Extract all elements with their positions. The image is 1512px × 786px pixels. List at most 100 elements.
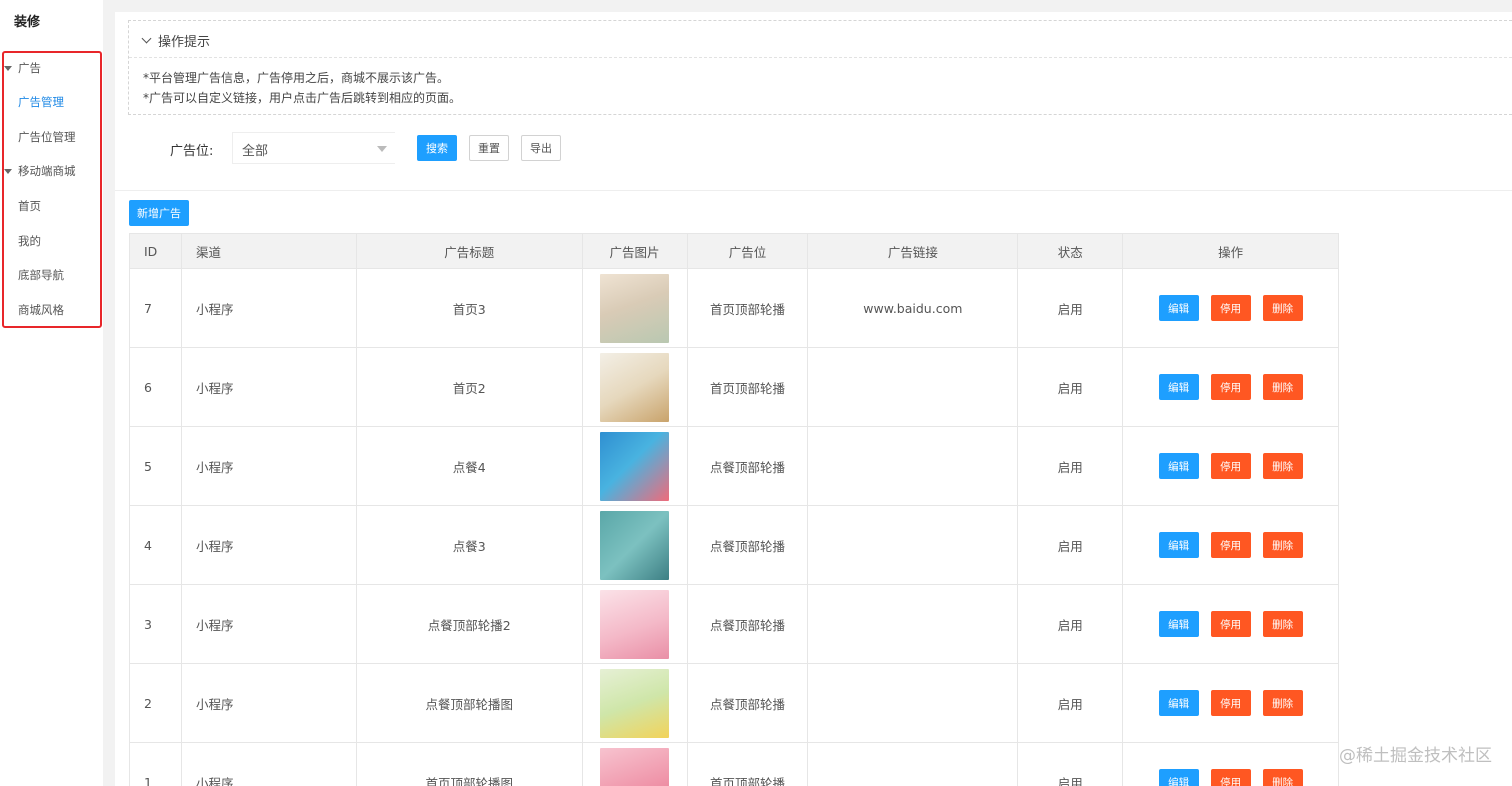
cell-channel: 小程序 [180,663,357,743]
header-position[interactable]: 广告位 [686,233,809,269]
cell-title: 首页2 [355,347,583,427]
ad-thumbnail-image[interactable] [600,431,670,501]
tips-title: 操作提示 [158,35,211,50]
tip-line: *广告可以自定义链接，用户点击广告后跳转到相应的页面。 [143,91,462,105]
cell-title: 点餐顶部轮播2 [355,584,583,664]
cell-actions: 编辑 停用 删除 [1122,426,1340,506]
disable-button[interactable]: 停用 [1210,532,1251,558]
cell-spacer [1339,506,1512,585]
delete-button[interactable]: 删除 [1262,374,1303,400]
edit-button[interactable]: 编辑 [1158,374,1199,400]
ad-thumbnail-image[interactable] [600,589,670,659]
cell-channel: 小程序 [180,347,357,427]
nav-group-label: 广告 [18,61,41,75]
header-spacer [1338,233,1512,269]
cell-actions: 编辑 停用 删除 [1122,584,1340,664]
cell-position: 点餐顶部轮播 [686,663,809,743]
export-button[interactable]: 导出 [521,135,561,161]
ads-table: ID 渠道 广告标题 广告图片 广告位 广告链接 状态 操作 7 小程序 首页3 首页… [129,233,1512,786]
cell-image [581,584,688,664]
ad-thumbnail-image[interactable] [600,273,670,343]
header-image[interactable]: 广告图片 [581,233,688,269]
delete-button[interactable]: 删除 [1262,769,1303,786]
watermark: @稀土掘金技术社区 [1339,746,1492,766]
ad-thumbnail-image[interactable] [600,668,670,738]
cell-image [581,426,688,506]
ad-position-label: 广告位: [170,144,214,159]
delete-button[interactable]: 删除 [1262,611,1303,637]
cell-position: 点餐顶部轮播 [686,505,809,585]
ad-position-select[interactable]: 全部 [232,132,395,164]
app-root: 装修 广告 广告管理 广告位管理 移动端商城 首页 我的 底部导航 商城风格 操… [0,0,1512,786]
delete-button[interactable]: 删除 [1262,532,1303,558]
cell-image [581,663,688,743]
search-button[interactable]: 搜索 [417,135,457,161]
tips-toggle[interactable]: 操作提示 [141,31,211,50]
edit-button[interactable]: 编辑 [1158,611,1199,637]
cell-link [807,347,1019,427]
sidebar-item-ad-management[interactable]: 广告管理 [18,92,64,112]
cell-spacer [1339,269,1512,348]
cell-id: 2 [129,663,182,743]
table-row: 5 小程序 点餐4 点餐顶部轮播 启用 编辑 停用 删除 [129,426,1512,506]
table-row: 7 小程序 首页3 首页顶部轮播 www.baidu.com 启用 编辑 停用 删除 [129,268,1512,348]
sidebar-item-ad-position-management[interactable]: 广告位管理 [18,127,76,147]
disable-button[interactable]: 停用 [1210,769,1251,786]
cell-actions: 编辑 停用 删除 [1122,505,1340,585]
table-row: 4 小程序 点餐3 点餐顶部轮播 启用 编辑 停用 删除 [129,505,1512,585]
tips-box: 操作提示 *平台管理广告信息，广告停用之后，商城不展示该广告。 *广告可以自定义… [128,20,1512,115]
add-ad-button[interactable]: 新增广告 [129,200,189,226]
delete-button[interactable]: 删除 [1262,295,1303,321]
cell-actions: 编辑 停用 删除 [1122,347,1340,427]
disable-button[interactable]: 停用 [1210,295,1251,321]
cell-channel: 小程序 [180,505,357,585]
edit-button[interactable]: 编辑 [1158,532,1199,558]
header-channel[interactable]: 渠道 [180,233,357,269]
chevron-down-icon [141,33,152,44]
cell-title: 点餐顶部轮播图 [355,663,583,743]
header-link[interactable]: 广告链接 [807,233,1019,269]
cell-spacer [1339,664,1512,743]
delete-button[interactable]: 删除 [1262,690,1303,716]
header-actions[interactable]: 操作 [1122,233,1340,269]
cell-id: 3 [129,584,182,664]
sidebar-item-mall-style[interactable]: 商城风格 [18,300,64,320]
ad-thumbnail-image[interactable] [600,352,670,422]
edit-button[interactable]: 编辑 [1158,690,1199,716]
cell-actions: 编辑 停用 删除 [1122,268,1340,348]
edit-button[interactable]: 编辑 [1158,769,1199,786]
header-id[interactable]: ID [129,233,182,269]
nav-group-mobile-mall[interactable]: 移动端商城 [4,161,76,181]
sidebar-item-bottom-nav[interactable]: 底部导航 [18,265,64,285]
disable-button[interactable]: 停用 [1210,690,1251,716]
table-row: 6 小程序 首页2 首页顶部轮播 启用 编辑 停用 删除 [129,347,1512,427]
cell-id: 1 [129,742,182,786]
ad-thumbnail-image[interactable] [600,510,670,580]
cell-link [807,742,1019,786]
select-value: 全部 [242,144,269,159]
nav-group-ads[interactable]: 广告 [4,58,41,78]
sidebar-title: 装修 [14,15,41,30]
cell-link [807,505,1019,585]
cell-status: 启用 [1017,426,1124,506]
caret-down-icon [4,65,12,71]
table-header-row: ID 渠道 广告标题 广告图片 广告位 广告链接 状态 操作 [129,233,1512,269]
edit-button[interactable]: 编辑 [1158,295,1199,321]
header-status[interactable]: 状态 [1017,233,1124,269]
sidebar-item-mine[interactable]: 我的 [18,231,41,251]
delete-button[interactable]: 删除 [1262,453,1303,479]
cell-position: 首页顶部轮播 [686,268,809,348]
disable-button[interactable]: 停用 [1210,374,1251,400]
cell-position: 首页顶部轮播 [686,347,809,427]
disable-button[interactable]: 停用 [1210,453,1251,479]
cell-status: 启用 [1017,268,1124,348]
disable-button[interactable]: 停用 [1210,611,1251,637]
ad-thumbnail-image[interactable] [600,747,670,786]
cell-status: 启用 [1017,742,1124,786]
reset-button[interactable]: 重置 [469,135,509,161]
cell-link [807,426,1019,506]
edit-button[interactable]: 编辑 [1158,453,1199,479]
sidebar-item-home[interactable]: 首页 [18,196,41,216]
cell-channel: 小程序 [180,742,357,786]
header-title[interactable]: 广告标题 [355,233,583,269]
